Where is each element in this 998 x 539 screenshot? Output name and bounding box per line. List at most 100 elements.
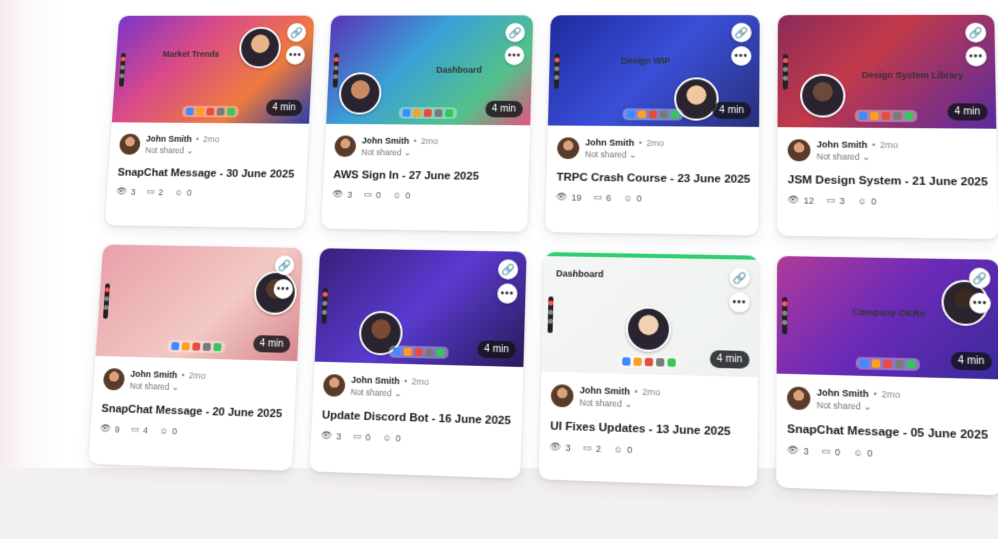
link-icon[interactable]: 🔗 [497,259,519,280]
age-label: 2mo [202,134,220,145]
share-status[interactable]: Not shared ⌄ [361,146,438,158]
video-card[interactable]: Design System Library 🔗 ••• 4 min John S… [777,14,998,240]
comment-icon: ▭ [582,442,592,453]
more-icon[interactable]: ••• [729,291,750,313]
link-icon[interactable]: 🔗 [505,22,526,43]
smile-icon: ☺ [857,195,867,206]
share-status[interactable]: Not shared ⌄ [817,150,899,163]
duration-badge: 4 min [476,340,517,359]
video-title[interactable]: AWS Sign In - 27 June 2025 [333,169,519,183]
video-title[interactable]: SnapChat Message - 30 June 2025 [117,167,297,181]
video-title[interactable]: SnapChat Message - 05 June 2025 [787,423,991,442]
author-name[interactable]: John Smith [351,375,400,386]
recorder-toolbar [321,287,328,324]
link-icon[interactable]: 🔗 [968,267,991,289]
author-name[interactable]: John Smith [362,136,410,146]
eye-icon: 👁 [786,444,800,456]
link-icon[interactable]: 🔗 [274,255,295,276]
thumbnail-caption: Design System Library [861,70,964,81]
video-thumbnail[interactable]: Dashboard 🔗 ••• 4 min [326,15,534,126]
share-status[interactable]: Not shared ⌄ [145,144,219,156]
more-icon[interactable]: ••• [965,46,987,67]
video-card[interactable]: Market Trends 🔗 ••• 4 min John Smith • 2… [104,15,315,229]
duration-badge: 4 min [265,99,303,117]
chevron-down-icon: ⌄ [393,388,402,399]
video-title[interactable]: UI Fixes Updates - 13 June 2025 [550,420,747,439]
video-thumbnail[interactable]: Design WIP 🔗 ••• 4 min [547,15,760,128]
author-name[interactable]: John Smith [580,385,630,397]
webcam-bubble [338,72,383,115]
video-title[interactable]: JSM Design System - 21 June 2025 [788,174,988,188]
eye-icon: 👁 [787,194,800,205]
age-label: 2mo [646,138,665,149]
eye-icon: 👁 [332,188,344,199]
video-title[interactable]: SnapChat Message - 20 June 2025 [101,403,285,421]
author-name[interactable]: John Smith [146,134,192,144]
share-status[interactable]: Not shared ⌄ [817,399,901,414]
link-icon[interactable]: 🔗 [286,23,307,42]
video-thumbnail[interactable]: 🔗 ••• 4 min [95,244,303,362]
video-thumbnail[interactable]: Dashboard 🔗 ••• 4 min [541,252,759,378]
video-thumbnail[interactable]: 🔗 ••• 4 min [314,248,527,368]
video-title[interactable]: TRPC Crash Course - 23 June 2025 [556,172,750,186]
more-icon[interactable]: ••• [497,283,518,304]
avatar [102,367,126,391]
duration-badge: 4 min [950,351,993,371]
video-thumbnail[interactable]: Design System Library 🔗 ••• 4 min [777,14,997,129]
age-label: 2mo [411,376,430,387]
views-count: 3 [565,442,571,453]
video-card[interactable]: 🔗 ••• 4 min John Smith • 2mo Not shared … [309,248,527,479]
smile-icon: ☺ [613,443,623,455]
author-name[interactable]: John Smith [585,138,634,148]
video-card[interactable]: Dashboard 🔗 ••• 4 min John Smith • 2mo N… [538,252,759,487]
video-card[interactable]: Design WIP 🔗 ••• 4 min John Smith • 2mo … [545,15,760,236]
comment-icon: ▭ [352,430,362,442]
recorder-toolbar [332,53,340,88]
video-card[interactable]: 🔗 ••• 4 min John Smith • 2mo Not shared … [88,244,303,471]
comments-count: 6 [605,192,612,203]
avatar [787,138,811,161]
more-icon[interactable]: ••• [504,45,525,66]
app-dock [855,356,920,371]
thumbnail-caption: Dashboard [436,64,483,75]
age-label: 2mo [420,136,439,147]
video-thumbnail[interactable]: Market Trends 🔗 ••• 4 min [111,15,315,124]
more-icon[interactable]: ••• [285,45,306,65]
more-icon[interactable]: ••• [731,46,752,66]
link-icon[interactable]: 🔗 [729,267,751,289]
thumbnail-caption: Dashboard [555,268,604,280]
chevron-down-icon: ⌄ [186,145,194,156]
recorder-toolbar [782,297,788,335]
more-icon[interactable]: ••• [969,292,992,314]
duration-badge: 4 min [711,101,752,120]
reactions-count: 0 [636,192,642,203]
link-icon[interactable]: 🔗 [731,22,752,43]
age-label: 2mo [881,388,901,401]
share-status[interactable]: Not shared ⌄ [129,380,205,394]
share-status[interactable]: Not shared ⌄ [350,386,428,400]
reactions-count: 0 [405,190,411,200]
video-library: Market Trends 🔗 ••• 4 min John Smith • 2… [74,0,998,539]
views-count: 3 [130,186,136,197]
thumbnail-caption: Company OKRs [852,306,926,319]
video-title[interactable]: Update Discord Bot - 16 June 2025 [322,409,512,427]
author-name[interactable]: John Smith [817,387,869,399]
share-status[interactable]: Not shared ⌄ [579,396,660,411]
comment-icon: ▭ [363,189,373,199]
link-icon[interactable]: 🔗 [965,22,987,43]
chevron-down-icon: ⌄ [403,147,412,158]
share-status[interactable]: Not shared ⌄ [585,148,664,161]
webcam-bubble [800,73,846,118]
comments-count: 0 [365,431,371,443]
comments-count: 3 [839,195,845,206]
app-dock [622,108,684,121]
video-thumbnail[interactable]: Company OKRs 🔗 ••• 4 min [776,256,998,380]
author-name[interactable]: John Smith [817,139,868,149]
reactions-count: 0 [870,195,877,207]
video-card[interactable]: Dashboard 🔗 ••• 4 min John Smith • 2mo N… [321,15,534,232]
video-card[interactable]: Company OKRs 🔗 ••• 4 min John Smith • 2m… [776,256,998,496]
recorder-toolbar [547,296,554,334]
webcam-bubble [238,26,282,69]
recorder-toolbar [102,283,111,319]
author-name[interactable]: John Smith [130,369,177,380]
